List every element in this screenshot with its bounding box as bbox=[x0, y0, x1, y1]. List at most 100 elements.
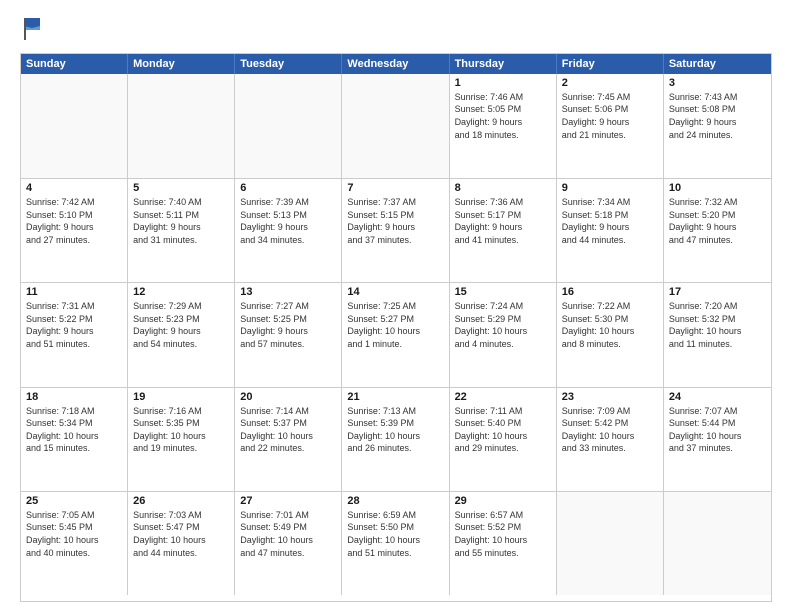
calendar-cell-5-2: 26Sunrise: 7:03 AM Sunset: 5:47 PM Dayli… bbox=[128, 492, 235, 595]
calendar-cell-3-4: 14Sunrise: 7:25 AM Sunset: 5:27 PM Dayli… bbox=[342, 283, 449, 386]
day-info: Sunrise: 7:03 AM Sunset: 5:47 PM Dayligh… bbox=[133, 509, 229, 559]
weekday-header-monday: Monday bbox=[128, 54, 235, 74]
calendar-cell-3-1: 11 Sunrise: 7:31 AM Sunset: 5:22 PM Dayli… bbox=[21, 283, 128, 386]
day-info: Sunrise: 7:45 AM Sunset: 5:06 PM Dayligh… bbox=[562, 91, 658, 141]
logo bbox=[20, 16, 42, 45]
day-info: Sunrise: 7:24 AM Sunset: 5:29 PM Dayligh… bbox=[455, 300, 551, 350]
day-number: 2 bbox=[562, 77, 658, 89]
day-info: Sunrise: 7:22 AM Sunset: 5:30 PM Dayligh… bbox=[562, 300, 658, 350]
day-info: Sunrise: 7:14 AM Sunset: 5:37 PM Dayligh… bbox=[240, 405, 336, 455]
day-number: 18 bbox=[26, 391, 122, 403]
calendar-cell-1-1 bbox=[21, 74, 128, 178]
day-number: 4 bbox=[26, 182, 122, 194]
day-info: Sunrise: 7:18 AM Sunset: 5:34 PM Dayligh… bbox=[26, 405, 122, 455]
day-info: Sunrise: 7:37 AM Sunset: 5:15 PM Dayligh… bbox=[347, 196, 443, 246]
calendar-cell-1-6: 2 Sunrise: 7:45 AM Sunset: 5:06 PM Daylig… bbox=[557, 74, 664, 178]
day-number: 16 bbox=[562, 286, 658, 298]
day-info: Sunrise: 7:29 AM Sunset: 5:23 PM Dayligh… bbox=[133, 300, 229, 350]
day-number: 29 bbox=[455, 495, 551, 507]
weekday-header-saturday: Saturday bbox=[664, 54, 771, 74]
calendar-row-5: 25Sunrise: 7:05 AM Sunset: 5:45 PM Dayli… bbox=[21, 491, 771, 595]
day-number: 27 bbox=[240, 495, 336, 507]
day-number: 12 bbox=[133, 286, 229, 298]
day-number: 3 bbox=[669, 77, 766, 89]
calendar-cell-2-6: 9 Sunrise: 7:34 AM Sunset: 5:18 PM Daylig… bbox=[557, 179, 664, 282]
day-number: 17 bbox=[669, 286, 766, 298]
day-info: Sunrise: 7:42 AM Sunset: 5:10 PM Dayligh… bbox=[26, 196, 122, 246]
day-number: 20 bbox=[240, 391, 336, 403]
day-number: 23 bbox=[562, 391, 658, 403]
calendar-row-2: 4 Sunrise: 7:42 AM Sunset: 5:10 PM Daylig… bbox=[21, 178, 771, 282]
day-number: 21 bbox=[347, 391, 443, 403]
day-info: Sunrise: 7:39 AM Sunset: 5:13 PM Dayligh… bbox=[240, 196, 336, 246]
calendar-cell-5-3: 27 Sunrise: 7:01 AM Sunset: 5:49 PM Dayli… bbox=[235, 492, 342, 595]
calendar-cell-1-4 bbox=[342, 74, 449, 178]
calendar-cell-1-5: 1 Sunrise: 7:46 AM Sunset: 5:05 PM Daylig… bbox=[450, 74, 557, 178]
day-info: Sunrise: 7:01 AM Sunset: 5:49 PM Dayligh… bbox=[240, 509, 336, 559]
logo-flag-icon bbox=[22, 16, 42, 40]
calendar-cell-5-7 bbox=[664, 492, 771, 595]
day-number: 6 bbox=[240, 182, 336, 194]
day-info: Sunrise: 7:16 AM Sunset: 5:35 PM Dayligh… bbox=[133, 405, 229, 455]
calendar-body: 1 Sunrise: 7:46 AM Sunset: 5:05 PM Daylig… bbox=[21, 74, 771, 595]
day-info: Sunrise: 7:31 AM Sunset: 5:22 PM Dayligh… bbox=[26, 300, 122, 350]
day-number: 5 bbox=[133, 182, 229, 194]
calendar-cell-2-1: 4 Sunrise: 7:42 AM Sunset: 5:10 PM Daylig… bbox=[21, 179, 128, 282]
day-info: Sunrise: 7:40 AM Sunset: 5:11 PM Dayligh… bbox=[133, 196, 229, 246]
day-info: Sunrise: 7:43 AM Sunset: 5:08 PM Dayligh… bbox=[669, 91, 766, 141]
day-number: 15 bbox=[455, 286, 551, 298]
day-number: 19 bbox=[133, 391, 229, 403]
calendar-cell-5-5: 29 Sunrise: 6:57 AM Sunset: 5:52 PM Dayli… bbox=[450, 492, 557, 595]
weekday-header-tuesday: Tuesday bbox=[235, 54, 342, 74]
page: SundayMondayTuesdayWednesdayThursdayFrid… bbox=[0, 0, 792, 612]
day-number: 9 bbox=[562, 182, 658, 194]
calendar-cell-1-3 bbox=[235, 74, 342, 178]
calendar-cell-1-2 bbox=[128, 74, 235, 178]
header bbox=[20, 16, 772, 45]
calendar-cell-4-6: 23 Sunrise: 7:09 AM Sunset: 5:42 PM Dayli… bbox=[557, 388, 664, 491]
calendar-cell-4-5: 22 Sunrise: 7:11 AM Sunset: 5:40 PM Dayli… bbox=[450, 388, 557, 491]
calendar-cell-5-4: 28 Sunrise: 6:59 AM Sunset: 5:50 PM Dayli… bbox=[342, 492, 449, 595]
day-info: Sunrise: 6:59 AM Sunset: 5:50 PM Dayligh… bbox=[347, 509, 443, 559]
calendar-cell-2-3: 6 Sunrise: 7:39 AM Sunset: 5:13 PM Daylig… bbox=[235, 179, 342, 282]
day-info: Sunrise: 7:07 AM Sunset: 5:44 PM Dayligh… bbox=[669, 405, 766, 455]
day-info: Sunrise: 7:46 AM Sunset: 5:05 PM Dayligh… bbox=[455, 91, 551, 141]
calendar-cell-4-7: 24 Sunrise: 7:07 AM Sunset: 5:44 PM Dayli… bbox=[664, 388, 771, 491]
day-info: Sunrise: 6:57 AM Sunset: 5:52 PM Dayligh… bbox=[455, 509, 551, 559]
day-number: 1 bbox=[455, 77, 551, 89]
day-number: 24 bbox=[669, 391, 766, 403]
day-number: 7 bbox=[347, 182, 443, 194]
calendar-cell-1-7: 3 Sunrise: 7:43 AM Sunset: 5:08 PM Daylig… bbox=[664, 74, 771, 178]
day-number: 22 bbox=[455, 391, 551, 403]
calendar-cell-3-6: 16 Sunrise: 7:22 AM Sunset: 5:30 PM Dayli… bbox=[557, 283, 664, 386]
day-number: 10 bbox=[669, 182, 766, 194]
calendar-cell-2-5: 8 Sunrise: 7:36 AM Sunset: 5:17 PM Daylig… bbox=[450, 179, 557, 282]
calendar-cell-2-2: 5 Sunrise: 7:40 AM Sunset: 5:11 PM Daylig… bbox=[128, 179, 235, 282]
day-number: 11 bbox=[26, 286, 122, 298]
day-info: Sunrise: 7:25 AM Sunset: 5:27 PM Dayligh… bbox=[347, 300, 443, 350]
day-info: Sunrise: 7:34 AM Sunset: 5:18 PM Dayligh… bbox=[562, 196, 658, 246]
day-info: Sunrise: 7:36 AM Sunset: 5:17 PM Dayligh… bbox=[455, 196, 551, 246]
calendar-row-4: 18 Sunrise: 7:18 AM Sunset: 5:34 PM Dayli… bbox=[21, 387, 771, 491]
day-number: 25 bbox=[26, 495, 122, 507]
day-info: Sunrise: 7:27 AM Sunset: 5:25 PM Dayligh… bbox=[240, 300, 336, 350]
day-info: Sunrise: 7:09 AM Sunset: 5:42 PM Dayligh… bbox=[562, 405, 658, 455]
calendar-cell-2-4: 7 Sunrise: 7:37 AM Sunset: 5:15 PM Daylig… bbox=[342, 179, 449, 282]
calendar-cell-5-6 bbox=[557, 492, 664, 595]
calendar-cell-4-3: 20 Sunrise: 7:14 AM Sunset: 5:37 PM Dayli… bbox=[235, 388, 342, 491]
day-number: 28 bbox=[347, 495, 443, 507]
calendar-row-3: 11 Sunrise: 7:31 AM Sunset: 5:22 PM Dayli… bbox=[21, 282, 771, 386]
calendar-row-1: 1 Sunrise: 7:46 AM Sunset: 5:05 PM Daylig… bbox=[21, 74, 771, 178]
calendar-header: SundayMondayTuesdayWednesdayThursdayFrid… bbox=[21, 54, 771, 74]
calendar: SundayMondayTuesdayWednesdayThursdayFrid… bbox=[20, 53, 772, 602]
day-number: 8 bbox=[455, 182, 551, 194]
weekday-header-thursday: Thursday bbox=[450, 54, 557, 74]
day-info: Sunrise: 7:11 AM Sunset: 5:40 PM Dayligh… bbox=[455, 405, 551, 455]
weekday-header-wednesday: Wednesday bbox=[342, 54, 449, 74]
calendar-cell-5-1: 25Sunrise: 7:05 AM Sunset: 5:45 PM Dayli… bbox=[21, 492, 128, 595]
weekday-header-friday: Friday bbox=[557, 54, 664, 74]
calendar-cell-3-5: 15 Sunrise: 7:24 AM Sunset: 5:29 PM Dayli… bbox=[450, 283, 557, 386]
day-info: Sunrise: 7:20 AM Sunset: 5:32 PM Dayligh… bbox=[669, 300, 766, 350]
day-number: 13 bbox=[240, 286, 336, 298]
weekday-header-sunday: Sunday bbox=[21, 54, 128, 74]
